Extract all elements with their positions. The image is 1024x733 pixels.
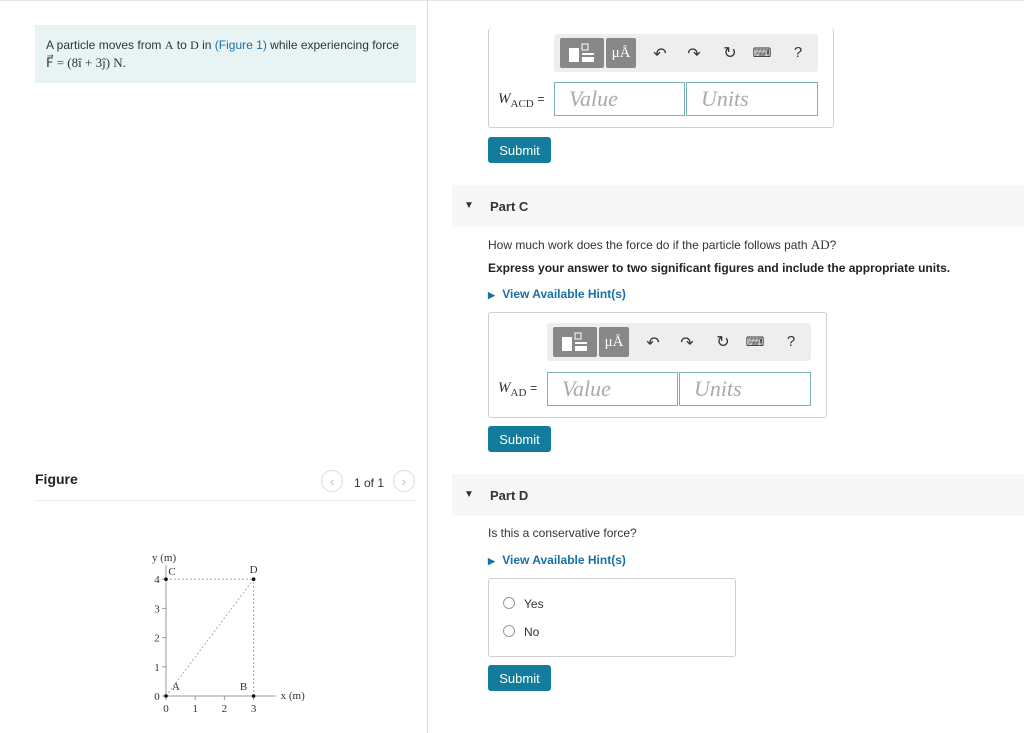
w-ad-subscript: AD [510, 387, 527, 399]
panel-divider [427, 0, 428, 733]
point-label-c: C [168, 566, 175, 578]
point-b [251, 694, 256, 698]
no-radio[interactable] [503, 625, 515, 637]
caret-right-icon: ▶ [488, 556, 495, 566]
part-d-question: Is this a conservative force? [488, 526, 637, 540]
part-d-header[interactable]: ▼ Part D [452, 474, 1024, 516]
part-b-submit-button[interactable]: Submit [488, 137, 551, 163]
help-button[interactable]: ? [788, 44, 808, 61]
point-label-b: B [240, 681, 247, 693]
value-input[interactable]: Value [547, 372, 678, 406]
y-axis-label: y (m) [152, 552, 176, 564]
keyboard-icon[interactable]: ⌨ [752, 45, 772, 61]
hint-label: View Available Hint(s) [502, 553, 626, 567]
path-line-ad [165, 578, 254, 697]
part-c-question: How much work does the force do if the p… [488, 237, 836, 253]
x-tick-label: 0 [163, 703, 169, 715]
chevron-left-icon: ‹ [329, 473, 335, 489]
point-a [164, 694, 168, 698]
undo-icon[interactable]: ↶ [643, 333, 663, 353]
w-symbol: W [498, 91, 511, 107]
problem-in: in [202, 38, 212, 52]
redo-icon[interactable]: ↷ [684, 44, 704, 64]
help-button[interactable]: ? [781, 333, 801, 350]
units-button[interactable]: μÅ [606, 38, 636, 68]
template-icon[interactable] [560, 38, 604, 68]
question-mark: ? [829, 238, 837, 252]
part-d-hint-link[interactable]: ▶ View Available Hint(s) [488, 553, 626, 567]
point-a: A [164, 38, 174, 52]
problem-intro: A particle moves from [46, 38, 162, 52]
yes-radio[interactable] [503, 597, 515, 609]
units-input[interactable]: Units [679, 372, 811, 406]
x-tick-label: 1 [192, 703, 198, 715]
prev-figure-button[interactable]: ‹ [321, 470, 343, 492]
template-icon[interactable] [553, 327, 597, 357]
part-d-answer-box [488, 578, 736, 657]
y-tick-label: 0 [154, 691, 160, 703]
path-graph: 0 1 2 3 0 1 2 3 4 y (m) x (m) A B C D [152, 552, 305, 715]
figure-divider [35, 500, 416, 501]
y-tick-label: 4 [154, 574, 160, 586]
part-c-header[interactable]: ▼ Part C [452, 185, 1024, 227]
hint-label: View Available Hint(s) [502, 287, 626, 301]
x-axis-label: x (m) [281, 690, 305, 702]
question-text: How much work does the force do if the p… [488, 238, 808, 252]
no-label: No [524, 625, 540, 639]
next-figure-button[interactable]: › [393, 470, 415, 492]
point-d [251, 577, 256, 581]
problem-statement: A particle moves from A to D in (Figure … [35, 25, 416, 83]
caret-down-icon: ▼ [464, 200, 474, 211]
point-label-a: A [172, 681, 180, 693]
figure-pager: 1 of 1 [354, 476, 385, 490]
caret-right-icon: ▶ [488, 290, 495, 300]
y-tick-label: 2 [154, 633, 160, 645]
point-c [164, 577, 168, 581]
part-c-submit-button[interactable]: Submit [488, 426, 551, 452]
x-tick-label: 3 [251, 703, 257, 715]
yes-label: Yes [524, 597, 544, 611]
w-acd-subscript: ACD [510, 98, 534, 110]
problem-to: to [176, 38, 187, 52]
y-tick-label: 3 [154, 603, 160, 615]
path-label: AD [810, 237, 830, 252]
problem-rest: while experiencing force [270, 38, 399, 52]
part-d-title: Part D [490, 488, 529, 503]
w-symbol: W [498, 380, 511, 396]
part-c-title: Part C [490, 199, 529, 214]
redo-icon[interactable]: ↷ [677, 333, 697, 353]
top-border [0, 0, 1024, 1]
x-tick-label: 2 [222, 703, 228, 715]
part-d-submit-button[interactable]: Submit [488, 665, 551, 691]
force-equation: F⃗ = (8î + 3ĵ) N. [46, 55, 126, 70]
equals-sign: = [530, 381, 538, 395]
part-c-toolbar: μÅ ↶ ↷ ↻ ⌨ ? [547, 323, 811, 361]
keyboard-icon[interactable]: ⌨ [745, 334, 765, 350]
undo-icon[interactable]: ↶ [650, 44, 670, 64]
part-c-hint-link[interactable]: ▶ View Available Hint(s) [488, 287, 626, 301]
figure-link[interactable]: (Figure 1) [215, 38, 267, 52]
caret-down-icon: ▼ [464, 489, 474, 500]
y-tick-label: 1 [154, 662, 160, 674]
part-c-instruction: Express your answer to two significant f… [488, 261, 951, 275]
point-label-d: D [250, 564, 258, 576]
reset-icon[interactable]: ↻ [720, 43, 740, 63]
point-d: D [190, 38, 199, 52]
value-input[interactable]: Value [554, 82, 685, 116]
w-acd-label: WACD = [498, 91, 545, 110]
units-input[interactable]: Units [686, 82, 818, 116]
w-ad-label: WAD = [498, 380, 537, 399]
part-b-toolbar: μÅ ↶ ↷ ↻ ⌨ ? [554, 34, 818, 72]
units-button[interactable]: μÅ [599, 327, 629, 357]
chevron-right-icon: › [401, 473, 407, 489]
reset-icon[interactable]: ↻ [713, 332, 733, 352]
figure-title: Figure [35, 471, 78, 487]
equals-sign: = [537, 92, 545, 106]
